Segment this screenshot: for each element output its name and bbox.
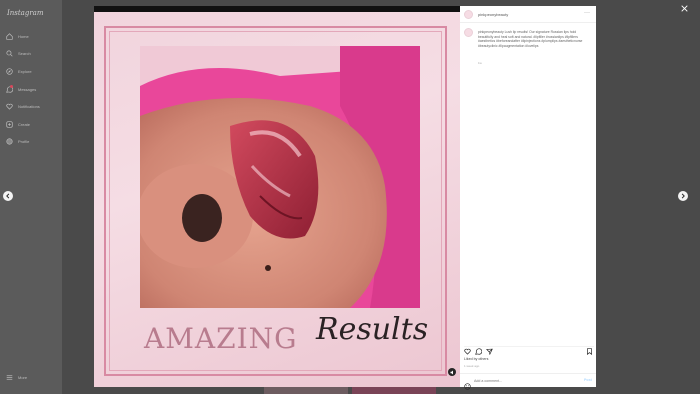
menu-icon (6, 374, 13, 381)
like-count[interactable]: Liked by others (464, 357, 488, 361)
sidebar-more[interactable]: More (6, 374, 27, 381)
heart-icon (464, 348, 471, 355)
post-headline-script: Results (316, 312, 429, 347)
share-button[interactable] (486, 348, 493, 355)
next-post-button[interactable] (678, 191, 688, 201)
sidebar-item-label: Create (18, 121, 31, 127)
sidebar-item-label: Notifications (18, 103, 40, 109)
save-button[interactable] (586, 348, 593, 355)
chevron-left-icon (6, 193, 10, 199)
notification-dot (10, 84, 13, 88)
sidebar-item-label: Messages (18, 86, 37, 92)
sidebar-item-create[interactable]: Create (6, 119, 30, 129)
post-header: pinkpeonybeauty ··· (460, 6, 596, 23)
sidebar-item-home[interactable]: Home (6, 31, 29, 41)
sidebar-item-label: Explore (18, 68, 32, 74)
share-icon (486, 348, 493, 355)
post-details-panel: pinkpeonybeauty ··· pinkpeonybeauty Lush… (460, 6, 596, 390)
post-media[interactable]: AMAZING Results (94, 6, 460, 387)
post-caption: pinkpeonybeauty Lush lip results! Our si… (478, 30, 583, 48)
previous-post-button[interactable] (3, 191, 13, 201)
comment-button[interactable] (475, 348, 482, 355)
lip-photo (140, 46, 420, 308)
close-button[interactable] (679, 3, 689, 13)
bookmark-icon (587, 348, 592, 355)
sidebar-item-messages[interactable]: Messages (6, 84, 36, 94)
caption-avatar[interactable] (464, 28, 473, 37)
chevron-right-icon (681, 193, 685, 199)
post-comment-button[interactable]: Post (584, 378, 592, 382)
comment-input[interactable] (474, 377, 574, 384)
instagram-logo[interactable]: Instagram (7, 9, 44, 17)
emoji-icon (464, 383, 471, 390)
comment-bar: Post (460, 373, 596, 390)
post-author[interactable]: pinkpeonybeauty (478, 12, 508, 17)
background-thumbnail (264, 386, 348, 394)
sidebar-item-profile[interactable]: Profile (6, 136, 29, 146)
sidebar-item-explore[interactable]: Explore (6, 66, 32, 76)
sidebar-item-label: Search (18, 50, 31, 56)
search-icon (6, 49, 13, 57)
emoji-button[interactable] (464, 377, 471, 390)
messages-icon (6, 84, 13, 93)
profile-icon (6, 137, 13, 145)
post-headline: AMAZING (144, 322, 298, 355)
like-button[interactable] (464, 348, 471, 355)
post-actions (464, 346, 594, 355)
create-icon (6, 120, 13, 128)
caption-timestamp: 1w (478, 61, 482, 65)
sidebar-item-label: Home (18, 33, 29, 39)
sidebar-item-notifications[interactable]: Notifications (6, 101, 40, 111)
home-icon (6, 32, 13, 40)
post-date: 1 week ago (464, 364, 480, 368)
background-thumbnail (352, 386, 436, 394)
close-icon (680, 4, 688, 12)
post-image: AMAZING Results (94, 12, 460, 387)
sound-off-icon (450, 370, 453, 374)
sidebar-more-label: More (18, 375, 28, 380)
avatar[interactable] (464, 10, 473, 19)
comment-icon (475, 348, 482, 355)
explore-icon (6, 67, 13, 75)
audio-toggle-button[interactable] (448, 368, 456, 376)
sidebar-item-label: Profile (18, 138, 30, 144)
heart-icon (6, 103, 13, 110)
more-options-button[interactable]: ··· (584, 10, 590, 16)
sidebar-item-search[interactable]: Search (6, 48, 31, 58)
